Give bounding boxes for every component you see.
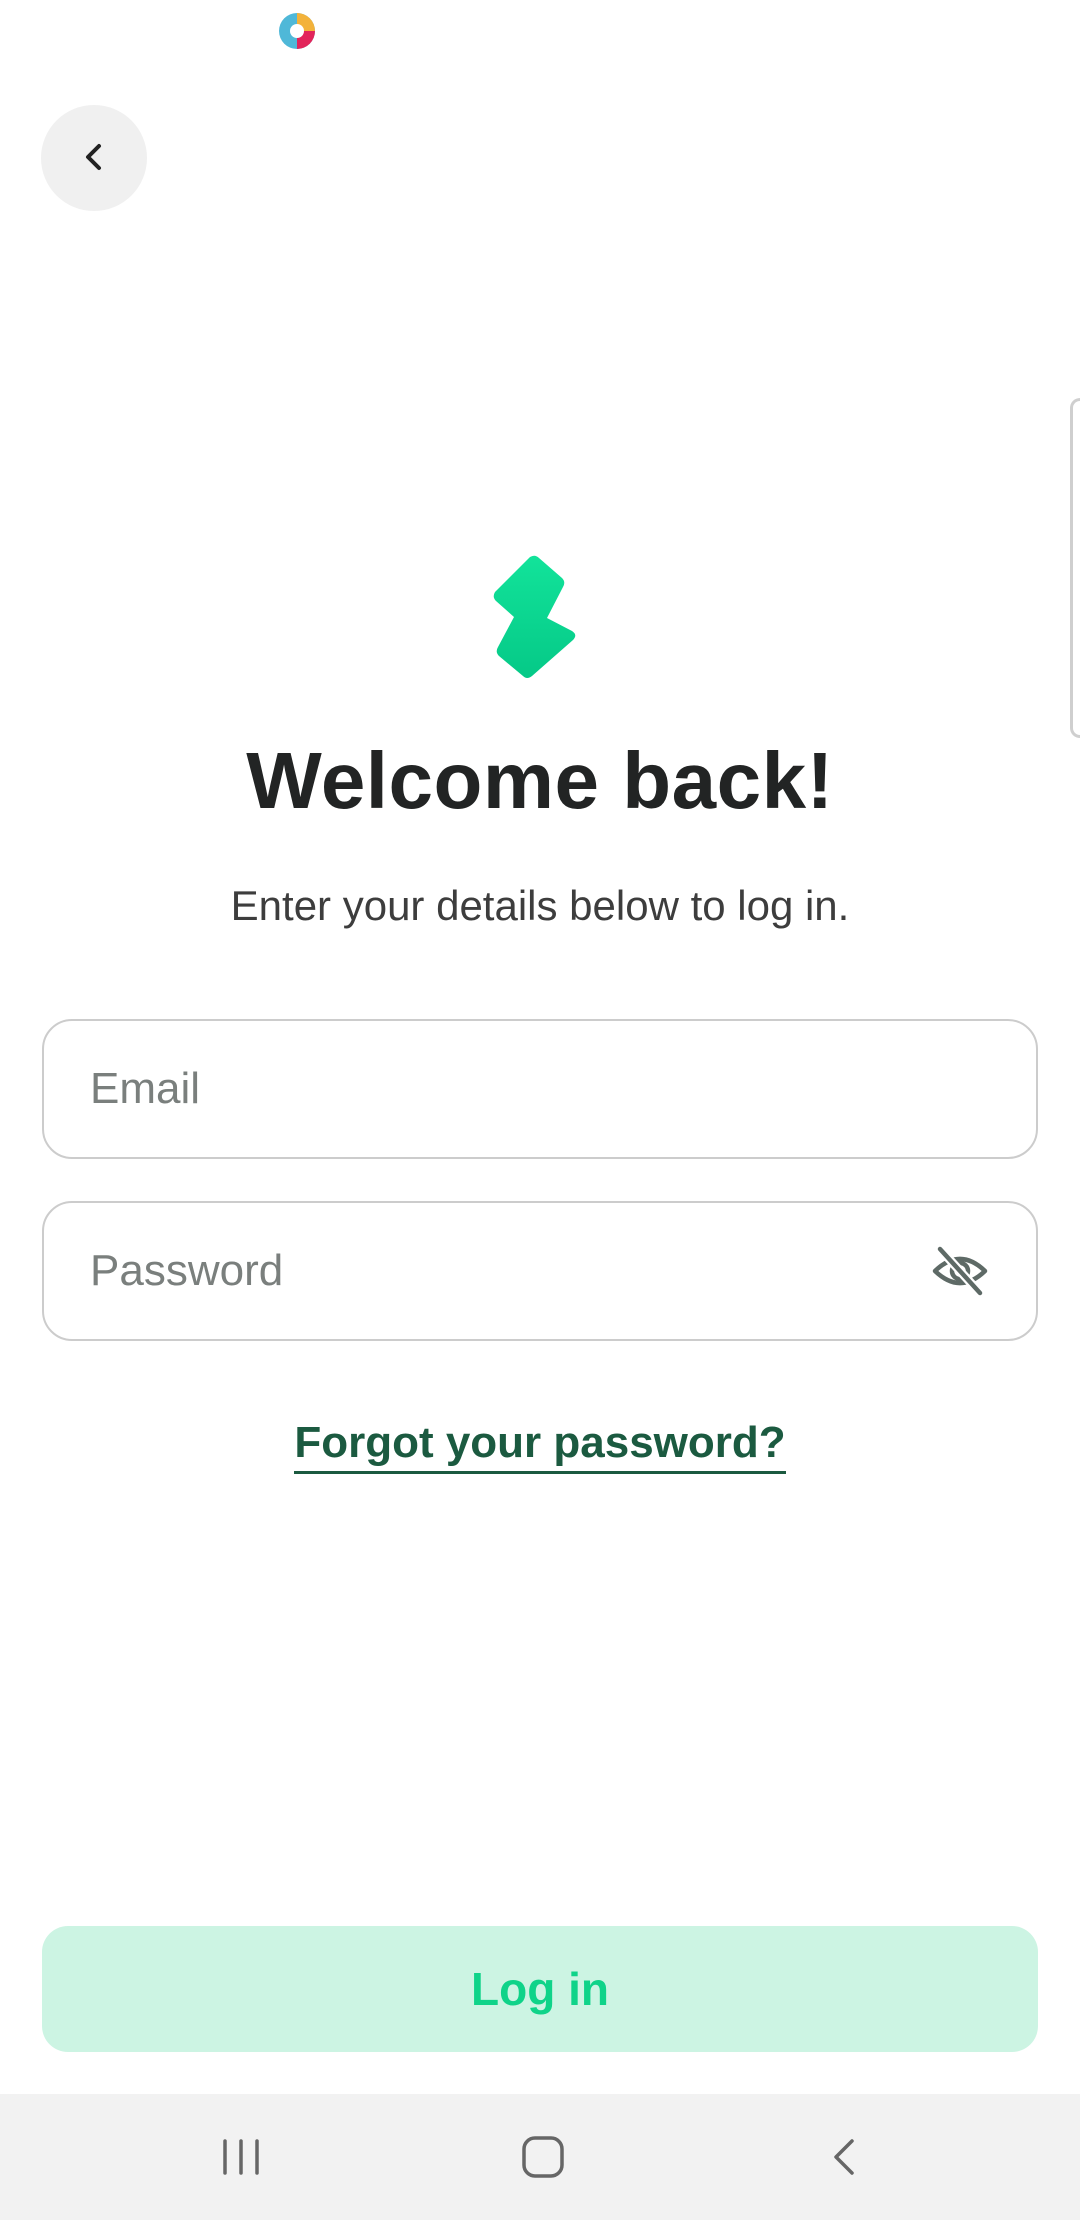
email-field[interactable]: [88, 1020, 1036, 1158]
chevron-left-icon: [74, 137, 114, 180]
edge-panel-handle[interactable]: [1070, 398, 1080, 738]
password-field[interactable]: [88, 1202, 928, 1340]
eye-off-icon[interactable]: [928, 1239, 992, 1303]
system-nav-bar: [0, 2094, 1080, 2220]
back-icon[interactable]: [786, 2094, 906, 2220]
home-icon[interactable]: [483, 2094, 603, 2220]
login-button[interactable]: Log in: [42, 1926, 1038, 2052]
password-field-container[interactable]: [42, 1201, 1038, 1341]
back-button[interactable]: [41, 105, 147, 211]
email-field-container[interactable]: [42, 1019, 1038, 1159]
page-title: Welcome back!: [246, 736, 834, 825]
page-subtitle: Enter your details below to log in.: [230, 882, 850, 929]
colorful-circle-icon: [277, 11, 317, 51]
forgot-password-link[interactable]: Forgot your password?: [294, 1418, 786, 1474]
recents-icon[interactable]: [181, 2094, 301, 2220]
lightning-bolt-logo-icon: [492, 555, 582, 681]
forgot-password-container: Forgot your password?: [0, 1418, 1080, 1474]
